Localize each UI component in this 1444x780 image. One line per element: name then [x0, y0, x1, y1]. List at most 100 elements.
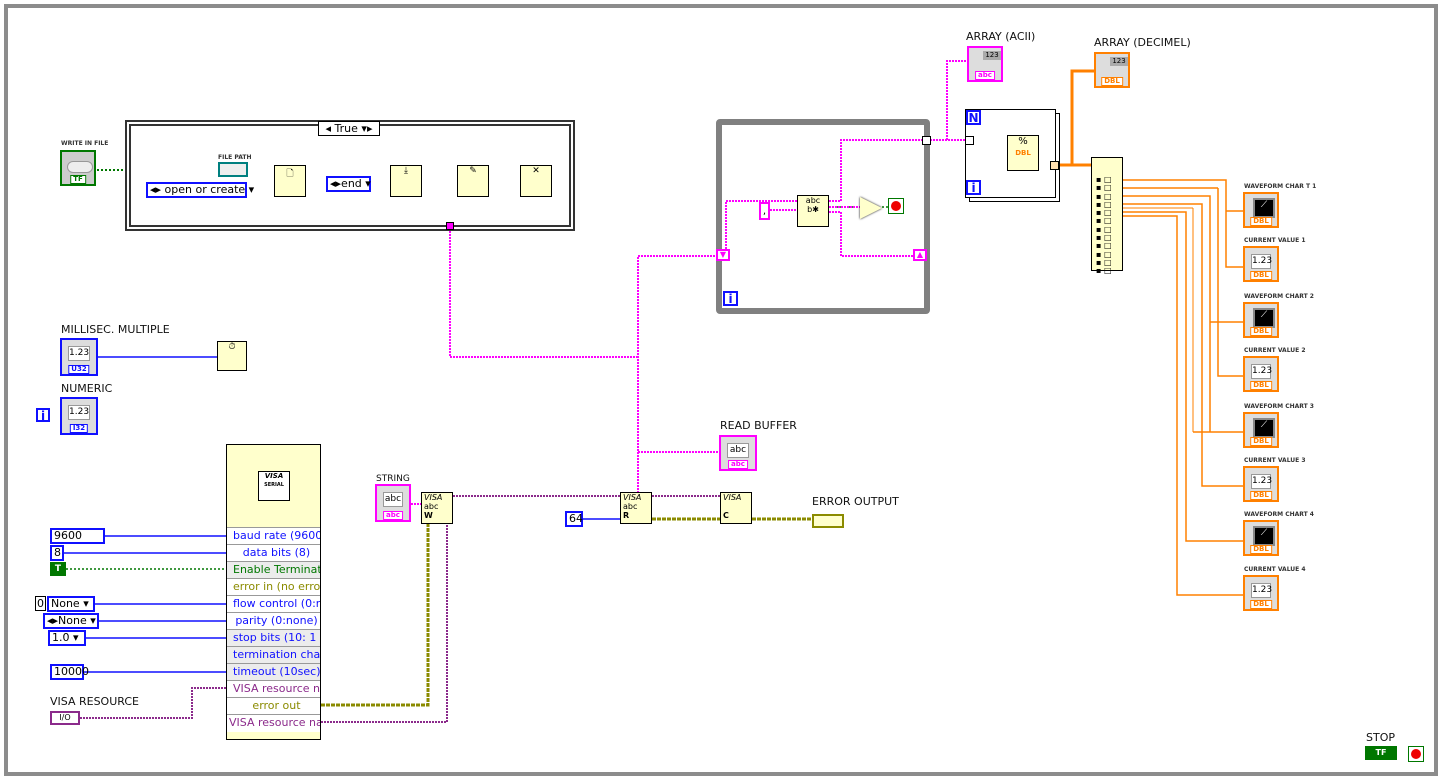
baud-constant[interactable]: 9600	[50, 528, 105, 544]
chart-type: DBL	[1250, 545, 1272, 554]
parity-enum[interactable]: ◂▸None ▾	[43, 613, 99, 629]
current-value: 1.23	[1251, 364, 1272, 379]
read-buffer-indicator: abc abc	[719, 435, 757, 471]
wires	[64, 60, 1243, 723]
open-mode-enum[interactable]: ◂▸ open or create ▾	[146, 182, 254, 198]
stop-condition-terminal[interactable]	[888, 198, 904, 214]
terminal-visa-resource-out[interactable]: VISA resource na	[227, 714, 320, 732]
array-ascii-label: ARRAY (ACII)	[966, 30, 1036, 43]
terminal-data-bits[interactable]: data bits (8)	[227, 544, 320, 562]
terminal-parity[interactable]: parity (0:none)	[227, 612, 320, 630]
parity-value: None	[58, 614, 87, 627]
current-value-label: CURRENT VALUE 4	[1244, 566, 1306, 573]
waveform-chart-indicator: ⟋ DBL	[1243, 412, 1279, 448]
current-value-label: CURRENT VALUE 2	[1244, 347, 1306, 354]
string-value: abc	[383, 492, 403, 507]
for-iteration-terminal: i	[966, 180, 981, 195]
position-mode-enum[interactable]: ◂▸end ▾	[326, 176, 371, 192]
close-file-node[interactable]: ✕	[520, 165, 552, 197]
index-array-node[interactable]: ▪ □ ▪ □ ▪ □ ▪ □ ▪ □ ▪ □ ▪ □ ▪ □ ▪ □ ▪ □ ▪ □ ▪ □	[1091, 157, 1123, 275]
file-path-label: FILE PATH	[218, 154, 252, 161]
visa-configure-serial-node[interactable]: VISA SERIAL baud rate (9600) data bits (8…	[226, 444, 321, 740]
for-input-tunnel	[965, 136, 974, 145]
millisec-type: U32	[68, 365, 90, 374]
iteration-terminal: i	[36, 408, 50, 422]
waveform-chart-indicator: ⟋ DBL	[1243, 192, 1279, 228]
timeout-constant[interactable]: 10000	[50, 664, 89, 680]
array-decimal-type: DBL	[1101, 77, 1123, 86]
chart-icon: ⟋	[1253, 308, 1275, 328]
terminal-error-in[interactable]: error in (no error	[227, 578, 320, 596]
terminal-stop-bits[interactable]: stop bits (10: 1 b	[227, 629, 320, 647]
empty-string-compare-node[interactable]	[860, 197, 882, 219]
flow-value: None	[51, 597, 80, 610]
waveform-chart-label: WAVEFORM CHAR T 1	[1244, 183, 1317, 190]
case-selector-value: True	[334, 122, 358, 135]
delimiter-constant[interactable]: ,	[759, 202, 770, 220]
case-selector[interactable]: ◂ True ▾▸	[318, 121, 380, 136]
loop-count-terminal[interactable]: N	[966, 110, 981, 125]
set-file-position-node[interactable]: ⤓	[390, 165, 422, 197]
stop-label: STOP	[1366, 731, 1395, 744]
read-buffer-label: READ BUFFER	[720, 419, 797, 432]
visa-read-node[interactable]: VISA abc R	[620, 492, 652, 524]
flow-control-ring[interactable]: None ▾	[47, 596, 95, 612]
millisec-control[interactable]: 1.23 U32	[60, 338, 98, 376]
visa-write-node[interactable]: VISA abc W	[421, 492, 453, 524]
file-path-control[interactable]	[218, 162, 248, 177]
waveform-chart-indicator: ⟋ DBL	[1243, 302, 1279, 338]
visa-resource-control[interactable]: I/O	[50, 711, 80, 725]
open-file-node[interactable]: 🗋	[274, 165, 306, 197]
numeric-label: NUMERIC	[61, 382, 113, 395]
millisec-value: 1.23	[68, 346, 90, 361]
string-type: abc	[383, 511, 403, 520]
byte-count-constant[interactable]: 64	[565, 511, 583, 527]
case-tunnel	[446, 222, 454, 230]
wait-ms-multiple-node[interactable]: ⏱	[217, 341, 247, 371]
read-buffer-value: abc	[727, 443, 749, 458]
stop-button-control[interactable]: TF	[1365, 746, 1397, 760]
waveform-chart-label: WAVEFORM CHART 2	[1244, 293, 1314, 300]
array-decimal-label: ARRAY (DECIMEL)	[1094, 36, 1191, 49]
array-decimal-indicator: 123 DBL	[1094, 52, 1130, 88]
terminal-flow-control[interactable]: flow control (0:n	[227, 595, 320, 613]
data-bits-constant[interactable]: 8	[50, 545, 64, 561]
array-ascii-value: 123	[983, 51, 1001, 60]
stop-bits-enum[interactable]: 1.0 ▾	[48, 630, 86, 646]
value-type: DBL	[1250, 381, 1272, 390]
chart-icon: ⟋	[1253, 526, 1275, 546]
terminal-baud-rate[interactable]: baud rate (9600)	[227, 527, 320, 545]
terminal-enable-termination[interactable]: Enable Terminat	[227, 561, 320, 579]
chart-type: DBL	[1250, 437, 1272, 446]
current-value-indicator: 1.23 DBL	[1243, 466, 1279, 502]
chart-icon: ⟋	[1253, 198, 1275, 218]
current-value: 1.23	[1251, 583, 1272, 598]
string-control[interactable]: abc abc	[375, 484, 411, 522]
terminal-error-out[interactable]: error out	[227, 697, 320, 715]
terminal-termination-char[interactable]: termination cha	[227, 646, 320, 664]
flow-index: 0	[35, 596, 46, 611]
terminal-visa-resource-in[interactable]: VISA resource na	[227, 680, 320, 698]
visa-close-node[interactable]: VISA C	[720, 492, 752, 524]
termination-true-constant[interactable]: T	[50, 562, 66, 576]
value-type: DBL	[1250, 491, 1272, 500]
waveform-chart-indicator: ⟋ DBL	[1243, 520, 1279, 556]
array-ascii-type: abc	[975, 71, 995, 80]
terminal-timeout[interactable]: timeout (10sec)	[227, 663, 320, 681]
current-value-label: CURRENT VALUE 1	[1244, 237, 1306, 244]
string-label: STRING	[376, 474, 410, 484]
write-in-file-label: WRITE IN FILE	[61, 140, 109, 147]
write-text-file-node[interactable]: ✎	[457, 165, 489, 197]
stop-bits-value: 1.0	[52, 631, 70, 644]
write-in-file-toggle[interactable]: TF	[60, 150, 96, 186]
millisec-label: MILLISEC. MULTIPLE	[61, 323, 170, 336]
scan-from-string-node[interactable]: % DBL	[1007, 135, 1039, 171]
match-pattern-node[interactable]: abc b✱	[797, 195, 829, 227]
shift-register-left: ▼	[716, 249, 730, 261]
visa-serial-icon: VISA SERIAL	[258, 471, 290, 501]
shift-register-right: ▲	[913, 249, 927, 261]
array-decimal-value: 123	[1110, 57, 1128, 66]
chart-type: DBL	[1250, 217, 1272, 226]
value-type: DBL	[1250, 600, 1272, 609]
current-value: 1.23	[1251, 474, 1272, 489]
